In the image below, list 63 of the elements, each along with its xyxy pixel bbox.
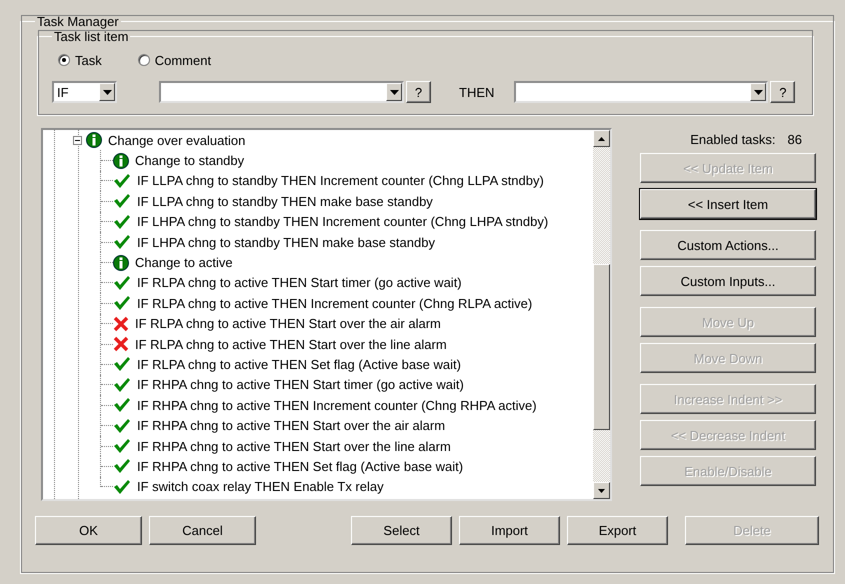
dialog-button[interactable]: Cancel bbox=[149, 516, 256, 545]
scroll-up-button[interactable] bbox=[593, 130, 610, 147]
tree-item[interactable]: IF RLPA chng to active THEN Set flag (Active base wait) bbox=[136, 356, 462, 372]
then-label: THEN bbox=[459, 84, 494, 100]
down-arrow-icon[interactable] bbox=[598, 488, 605, 492]
checkmark-icon bbox=[113, 193, 131, 210]
checkmark-icon bbox=[113, 274, 131, 291]
action-button[interactable]: << Insert Item bbox=[640, 189, 816, 219]
tree-item[interactable]: IF LLPA chng to standby THEN Increment counter (Chng LLPA stndby) bbox=[136, 173, 545, 188]
action-button[interactable]: Custom Actions... bbox=[640, 230, 816, 260]
condition-dropdown[interactable]: IF bbox=[52, 81, 117, 103]
checkmark-icon bbox=[113, 438, 131, 454]
tree-item[interactable]: IF RHPA chng to active THEN Set flag (Active base wait) bbox=[136, 458, 464, 474]
checkmark-icon bbox=[113, 172, 131, 189]
tree-item[interactable]: IF RHPA chng to active THEN Start timer (go active wait) bbox=[136, 377, 465, 392]
radio-button[interactable] bbox=[58, 54, 70, 66]
dialog-button[interactable]: Export bbox=[567, 516, 668, 545]
checkmark-icon bbox=[113, 214, 131, 230]
enabled-tasks-count: 86 bbox=[788, 132, 802, 146]
checkmark-icon bbox=[113, 234, 131, 250]
scroll-down-button[interactable] bbox=[593, 482, 610, 499]
tree-item[interactable]: Change to active bbox=[134, 255, 234, 270]
tree-item[interactable]: IF RHPA chng to active THEN Increment counter (Chng RHPA active) bbox=[136, 398, 538, 413]
scrollbar-thumb[interactable] bbox=[593, 264, 610, 430]
dialog-button[interactable]: Import bbox=[459, 516, 560, 545]
tree-item[interactable]: IF RLPA chng to active THEN Start timer (go active wait) bbox=[136, 275, 463, 290]
checkmark-icon bbox=[113, 356, 131, 372]
tree-item[interactable]: IF RLPA chng to active THEN Start over the air alarm bbox=[134, 316, 442, 332]
tree-item[interactable]: Change over evaluation bbox=[107, 132, 246, 148]
up-arrow-icon[interactable] bbox=[598, 136, 605, 140]
checkmark-icon bbox=[113, 295, 131, 312]
enabled-tasks-label: Enabled tasks: bbox=[690, 132, 776, 146]
checkmark-icon bbox=[113, 397, 131, 414]
radio-option[interactable]: Task bbox=[58, 52, 102, 68]
checkmark-icon bbox=[113, 458, 131, 474]
collapse-icon[interactable] bbox=[73, 136, 82, 145]
cross-icon bbox=[113, 316, 129, 332]
tree-item[interactable]: IF RLPA chng to active THEN Increment counter (Chng RLPA active) bbox=[136, 296, 534, 311]
action-button[interactable]: Custom Inputs... bbox=[640, 266, 816, 296]
tree-item[interactable]: IF RHPA chng to active THEN Start over the line alarm bbox=[136, 438, 452, 454]
tree-item[interactable]: IF RLPA chng to active THEN Start over the line alarm bbox=[134, 336, 448, 352]
info-icon bbox=[86, 132, 102, 148]
help-button[interactable]: ? bbox=[406, 81, 431, 103]
group-title: Task list item bbox=[53, 29, 130, 44]
tree-item[interactable]: IF RHPA chng to active THEN Start over the air alarm bbox=[136, 418, 446, 434]
info-icon bbox=[113, 254, 129, 271]
checkmark-icon bbox=[113, 478, 131, 495]
cross-icon bbox=[113, 336, 129, 352]
tree-item[interactable]: IF LHPA chng to standby THEN Increment counter (Chng LHPA stndby) bbox=[136, 214, 550, 230]
radio-button[interactable] bbox=[138, 54, 150, 66]
dialog-button[interactable]: Select bbox=[351, 516, 452, 545]
tree-item[interactable]: IF LHPA chng to standby THEN make base standby bbox=[136, 234, 436, 250]
tree-item[interactable]: IF LLPA chng to standby THEN make base standby bbox=[136, 194, 434, 209]
checkmark-icon bbox=[113, 376, 131, 393]
tree-item[interactable]: Change to standby bbox=[134, 153, 246, 168]
info-icon bbox=[113, 152, 129, 169]
help-button[interactable]: ? bbox=[770, 81, 796, 103]
scrollbar[interactable] bbox=[593, 130, 610, 499]
checkmark-icon bbox=[113, 418, 131, 434]
radio-option[interactable]: Comment bbox=[138, 52, 212, 68]
group-title: Task Manager bbox=[36, 14, 120, 29]
dialog-button[interactable]: OK bbox=[35, 516, 142, 545]
tree-item[interactable]: IF switch coax relay THEN Enable Tx relay bbox=[136, 479, 385, 494]
